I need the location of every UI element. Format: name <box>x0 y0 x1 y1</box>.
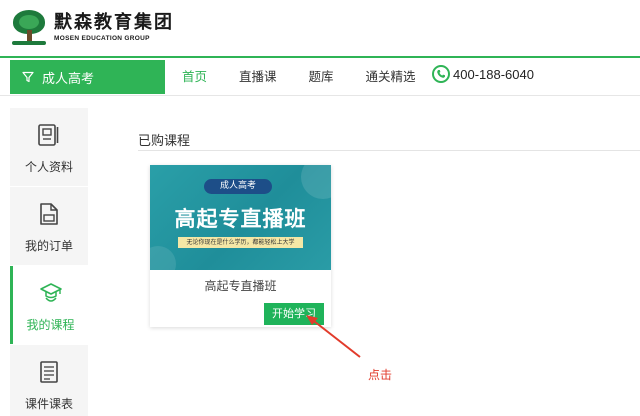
annotation-arrow-icon <box>306 315 361 358</box>
nav-link-question-bank[interactable]: 题库 <box>309 60 334 94</box>
filter-icon <box>22 71 34 83</box>
section-divider <box>138 150 640 151</box>
sidebar-item-my-courses[interactable]: 我的课程 <box>10 266 88 344</box>
click-annotation: 点击 <box>368 368 393 382</box>
banner-title: 高起专直播班 <box>174 207 307 231</box>
phone-number: 400-188-6040 <box>453 66 534 82</box>
brand-logo[interactable]: 默森教育集团 MOSEN EDUCATION GROUP <box>10 8 174 48</box>
sidebar-item-orders[interactable]: 我的订单 <box>10 187 88 265</box>
course-card[interactable]: 成人高考 高起专直播班 无论你现在是什么学历，都能轻松上大学 高起专直播班 开始… <box>150 165 331 327</box>
sidebar-item-profile[interactable]: 个人资料 <box>10 108 88 186</box>
course-name: 高起专直播班 <box>204 279 277 293</box>
nav-link-live[interactable]: 直播课 <box>239 60 277 94</box>
phone-icon <box>432 65 450 83</box>
profile-icon <box>38 124 59 146</box>
category-label: 成人高考 <box>42 71 95 87</box>
banner-tag: 成人高考 <box>204 179 272 194</box>
nav-link-selected[interactable]: 通关精选 <box>366 60 416 94</box>
sidebar-item-schedule[interactable]: 课件课表 <box>10 345 88 416</box>
category-selector[interactable]: 成人高考 <box>10 60 165 94</box>
nav-links: 首页 直播课 题库 通关精选 <box>182 60 448 94</box>
brand-name-en: MOSEN EDUCATION GROUP <box>54 35 150 42</box>
order-icon <box>40 203 58 225</box>
banner-subtitle: 无论你现在是什么学历，都能轻松上大学 <box>178 237 303 248</box>
nav-link-home[interactable]: 首页 <box>182 60 207 94</box>
schedule-icon <box>40 361 58 383</box>
course-banner[interactable]: 成人高考 高起专直播班 无论你现在是什么学历，都能轻松上大学 <box>150 165 331 270</box>
sidebar-item-label: 我的课程 <box>26 318 75 332</box>
header: 默森教育集团 MOSEN EDUCATION GROUP <box>0 0 640 58</box>
tree-logo-icon <box>10 8 48 48</box>
brand-name-cn: 默森教育集团 <box>54 12 174 33</box>
sidebar: 个人资料 我的订单 我的课程 课件课表 <box>10 108 88 416</box>
sidebar-item-label: 课件课表 <box>24 397 73 411</box>
section-title: 已购课程 <box>138 134 191 149</box>
course-icon <box>39 283 62 302</box>
hotline: 400-188-6040 <box>432 65 534 83</box>
nav-bar: 成人高考 首页 直播课 题库 通关精选 400-188-6040 <box>0 58 640 96</box>
sidebar-item-label: 我的订单 <box>24 239 73 253</box>
sidebar-item-label: 个人资料 <box>24 160 73 174</box>
